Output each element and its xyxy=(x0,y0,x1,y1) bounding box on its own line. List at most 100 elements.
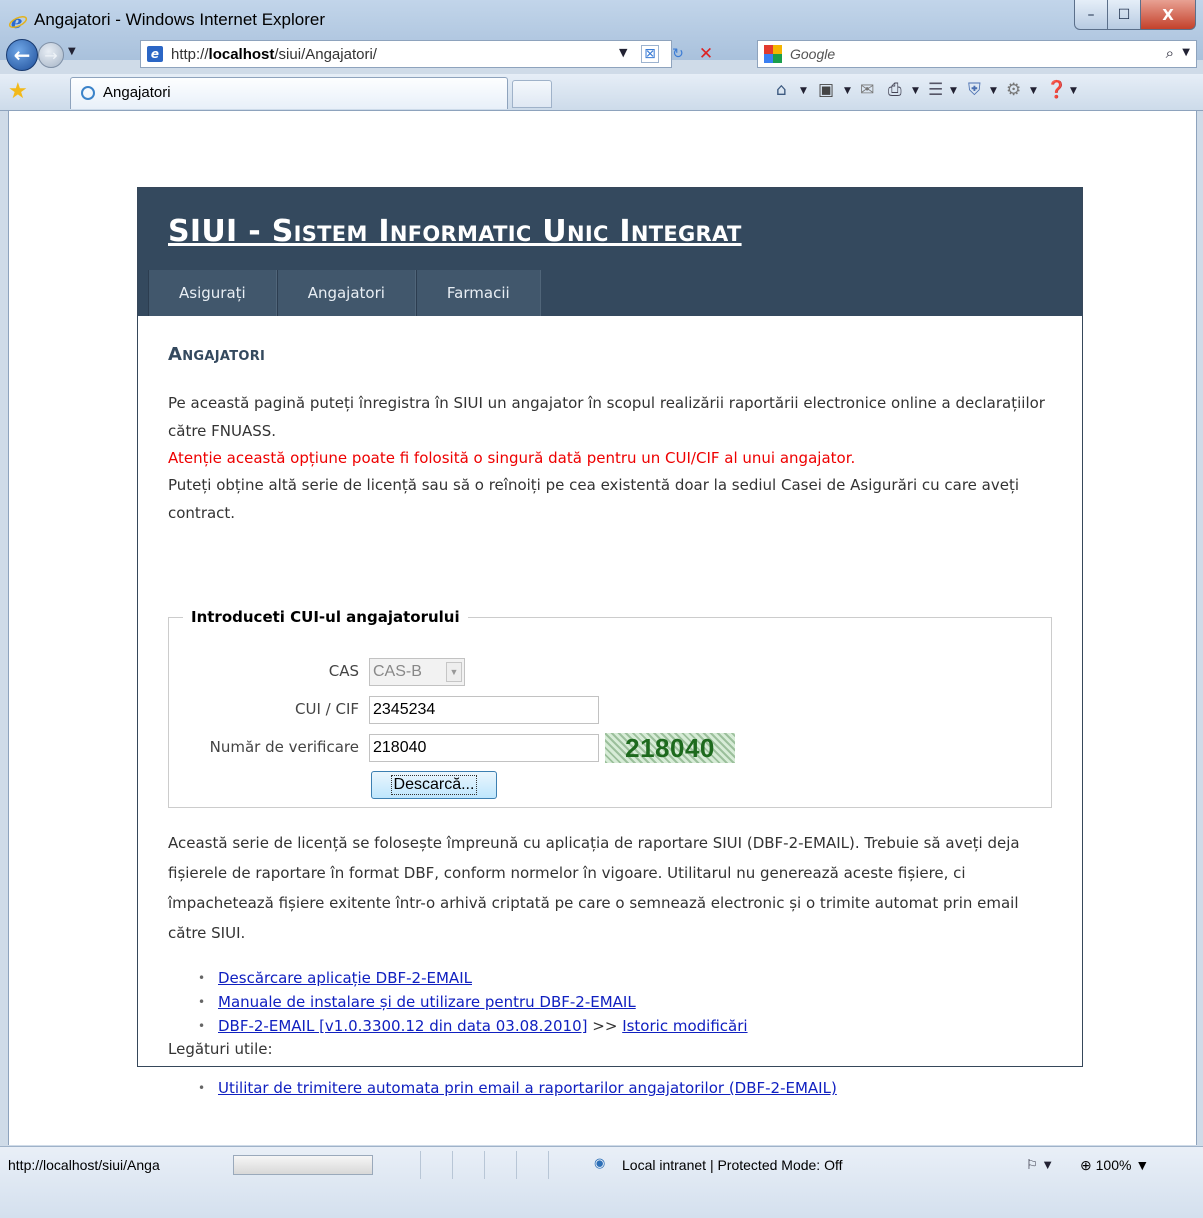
cui-form: Introduceti CUI-ul angajatorului CAS CAS… xyxy=(168,608,1052,808)
security-zone[interactable]: Local intranet | Protected Mode: Off xyxy=(622,1157,843,1173)
search-icon[interactable]: ⌕ xyxy=(1166,44,1174,62)
arrow-left-icon: ← xyxy=(13,43,31,67)
history-link[interactable]: Istoric modificări xyxy=(622,1014,747,1038)
download-links: • Descărcare aplicație DBF-2-EMAIL • Manua… xyxy=(198,966,1058,1038)
bullet-icon: • xyxy=(198,995,206,1009)
useful-link[interactable]: Utilitar de trimitere automata prin emai… xyxy=(218,1076,837,1100)
search-options-dropdown[interactable]: ▼ xyxy=(1182,47,1190,58)
navigation-bar: ← → ▼ e http://localhost/siui/Angajatori… xyxy=(0,36,1203,74)
compatibility-view-icon[interactable]: ⊠ xyxy=(641,45,659,63)
address-bar[interactable]: e http://localhost/siui/Angajatori/ ▼ ⊠ … xyxy=(140,40,713,68)
download-button-label: Descarcă... xyxy=(390,775,478,795)
bullet-icon: • xyxy=(198,1081,206,1095)
ie-window: e Angajatori - Windows Internet Explorer… xyxy=(0,0,1203,1218)
close-button[interactable]: X xyxy=(1140,0,1196,30)
minimize-button[interactable]: – xyxy=(1074,0,1108,30)
search-box[interactable]: Google ⌕ ▼ xyxy=(757,40,1197,68)
download-app-link[interactable]: Descărcare aplicație DBF-2-EMAIL xyxy=(218,966,472,990)
note-text: Puteți obține altă serie de licență sau … xyxy=(168,476,1020,522)
home-dropdown-icon[interactable]: ▼ xyxy=(800,86,807,96)
status-separator xyxy=(548,1151,549,1179)
useful-links-label: Legături utile: xyxy=(168,1040,273,1058)
arrow-right-icon: → xyxy=(44,45,58,65)
print-dropdown-icon[interactable]: ▼ xyxy=(912,86,919,96)
cas-selected-value: CAS-B xyxy=(373,663,422,680)
page-title: Angajatori xyxy=(168,344,266,365)
status-separator xyxy=(452,1151,453,1179)
feeds-dropdown-icon[interactable]: ▼ xyxy=(844,86,851,96)
info-text: Această serie de licență se folosește îm… xyxy=(168,834,1020,942)
manuals-link[interactable]: Manuale de instalare și de utilizare pen… xyxy=(218,990,636,1014)
page-viewport: SIUI - Sistem Informatic Unic Integrat A… xyxy=(8,111,1197,1145)
menu-item-angajatori[interactable]: Angajatori xyxy=(276,270,416,316)
maximize-button[interactable]: ☐ xyxy=(1107,0,1141,30)
safety-dropdown-icon[interactable]: ▼ xyxy=(990,86,997,96)
safety-shield-icon[interactable]: ⛨ xyxy=(968,80,981,100)
verification-label: Număr de verificare xyxy=(209,738,359,756)
status-url: http://localhost/siui/Anga xyxy=(8,1157,160,1173)
page-dropdown-icon[interactable]: ▼ xyxy=(950,86,957,96)
download-button[interactable]: Descarcă... xyxy=(371,771,497,799)
main-content: Angajatori Pe această pagină puteți înre… xyxy=(168,344,1058,527)
main-menu: Asigurați Angajatori Farmacii xyxy=(148,270,541,316)
mail-icon[interactable]: ✉ xyxy=(860,80,874,100)
bullet-icon: • xyxy=(198,1019,206,1033)
tab-angajatori[interactable]: Angajatori xyxy=(70,77,508,109)
site-title-link[interactable]: SIUI - Sistem Informatic Unic Integrat xyxy=(168,214,742,249)
warning-text: Atenție această opțiune poate fi folosit… xyxy=(168,449,856,467)
recent-pages-dropdown[interactable]: ▼ xyxy=(68,46,76,57)
svg-text:e: e xyxy=(11,12,22,32)
google-icon xyxy=(764,45,782,63)
menu-item-asigurati[interactable]: Asigurați xyxy=(148,270,277,316)
status-separator xyxy=(516,1151,517,1179)
status-bar: http://localhost/siui/Anga ◉ Local intra… xyxy=(0,1146,1203,1218)
intro-text: Pe această pagină puteți înregistra în S… xyxy=(168,394,1045,440)
intranet-zone-icon: ◉ xyxy=(594,1156,606,1171)
address-url[interactable]: http://localhost/siui/Angajatori/ xyxy=(171,46,377,63)
window-title: Angajatori - Windows Internet Explorer xyxy=(34,10,326,29)
list-item: • DBF-2-EMAIL [v1.0.3300.12 din data 03.0… xyxy=(198,1014,1058,1038)
list-item: • Utilitar de trimitere automata prin ema… xyxy=(198,1076,1058,1100)
progress-bar xyxy=(233,1155,373,1175)
favorites-star-icon[interactable]: ★ xyxy=(8,79,28,104)
zoom-level[interactable]: ⊕ 100% ▼ xyxy=(1080,1157,1149,1174)
cui-label: CUI / CIF xyxy=(295,700,359,718)
page-icon: e xyxy=(147,46,163,62)
tools-gear-icon[interactable]: ⚙ xyxy=(1006,80,1021,100)
home-icon[interactable]: ⌂ xyxy=(776,80,787,100)
cas-select[interactable]: CAS-B ▼ xyxy=(369,658,465,686)
cas-label: CAS xyxy=(328,662,359,680)
tab-label: Angajatori xyxy=(103,84,171,101)
site-header: SIUI - Sistem Informatic Unic Integrat A… xyxy=(138,188,1082,316)
page-container: SIUI - Sistem Informatic Unic Integrat A… xyxy=(137,187,1083,1097)
search-provider-label: Google xyxy=(790,46,836,62)
link-separator: >> xyxy=(592,1017,618,1035)
menu-item-farmacii[interactable]: Farmacii xyxy=(415,270,541,316)
forward-button[interactable]: → xyxy=(38,42,64,68)
new-tab-button[interactable] xyxy=(512,80,552,108)
tools-dropdown-icon[interactable]: ▼ xyxy=(1030,86,1037,96)
tab-bar: ★ Angajatori ⌂ ▼ ▣ ▼ ✉ ⎙ ▼ ☰ ▼ ⛨ ▼ ⚙ ▼ ❓… xyxy=(0,74,1203,111)
chevron-down-icon: ▼ xyxy=(446,662,462,682)
print-icon[interactable]: ⎙ xyxy=(888,80,902,100)
popup-blocker-icon[interactable]: ⚐ ▼ xyxy=(1026,1157,1054,1173)
list-item: • Descărcare aplicație DBF-2-EMAIL xyxy=(198,966,1058,990)
back-button[interactable]: ← xyxy=(6,39,38,71)
stop-icon[interactable]: ✕ xyxy=(697,44,715,64)
address-dropdown-icon[interactable]: ▼ xyxy=(619,46,627,59)
version-link[interactable]: DBF-2-EMAIL [v1.0.3300.12 din data 03.08… xyxy=(218,1014,587,1038)
bullet-icon: • xyxy=(198,971,206,985)
cui-input[interactable]: 2345234 xyxy=(369,696,599,724)
useful-links: • Utilitar de trimitere automata prin ema… xyxy=(198,1076,1058,1100)
status-separator xyxy=(484,1151,485,1179)
verification-input[interactable]: 218040 xyxy=(369,734,599,762)
refresh-icon[interactable]: ↻ xyxy=(669,45,687,63)
list-item: • Manuale de instalare și de utilizare pe… xyxy=(198,990,1058,1014)
status-separator xyxy=(420,1151,421,1179)
loading-icon xyxy=(81,86,95,100)
feeds-icon[interactable]: ▣ xyxy=(818,80,834,100)
page-menu-icon[interactable]: ☰ xyxy=(928,80,943,100)
help-icon[interactable]: ❓ xyxy=(1046,80,1067,100)
zoom-value: 100% xyxy=(1095,1157,1132,1173)
help-dropdown-icon[interactable]: ▼ xyxy=(1070,86,1077,96)
